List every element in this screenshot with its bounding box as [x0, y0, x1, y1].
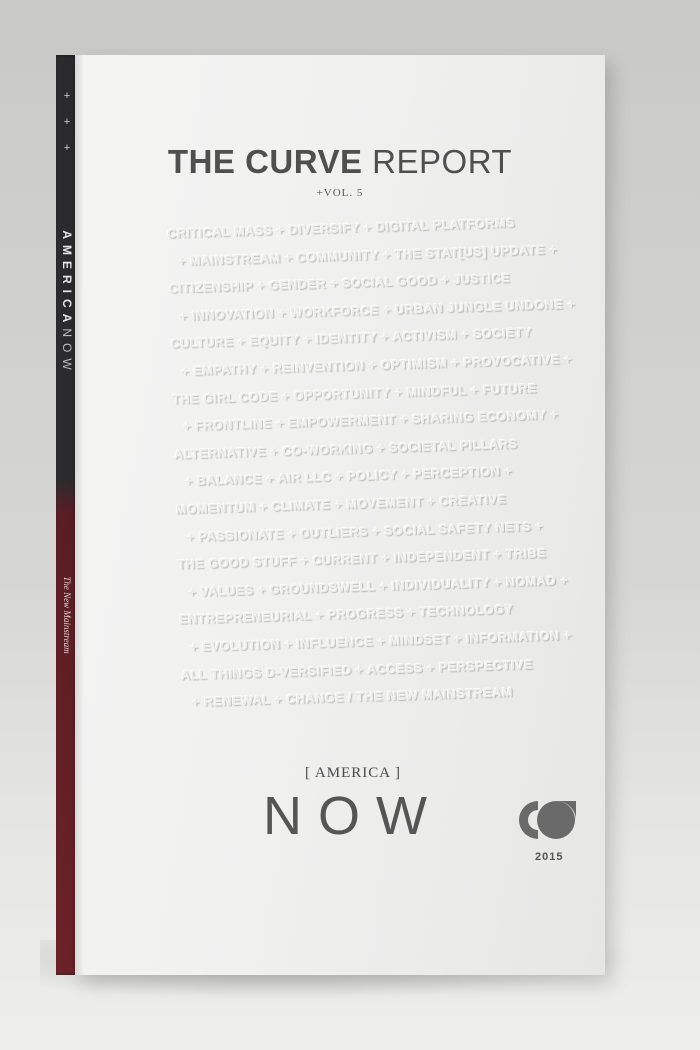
- volume-label: +VOL. 5: [316, 187, 364, 199]
- spine-title-light: NOW: [60, 328, 74, 376]
- title-bold: THE CURVE: [167, 143, 363, 180]
- embossed-word-list: CRITICAL MASS + DIVERSIFY + DIGITAL PLAT…: [167, 208, 582, 717]
- photo-scene: + + + AMERICANOW The New Mainstream THE …: [0, 0, 700, 1050]
- year-label: 2015: [535, 851, 564, 863]
- spine-title-bold: AMERICA: [60, 230, 74, 329]
- spine-subtitle: The New Mainstream: [62, 576, 72, 654]
- report-cover: THE CURVE REPORT +VOL. 5 CRITICAL MASS +…: [75, 55, 605, 975]
- cover-title: THE CURVE REPORT: [75, 143, 605, 181]
- now-label: NOW: [263, 786, 443, 846]
- title-light: REPORT: [372, 143, 513, 180]
- america-label: [ AMERICA ]: [305, 765, 402, 781]
- co-logo-icon: [519, 801, 576, 839]
- spine-title: AMERICANOW: [60, 230, 74, 375]
